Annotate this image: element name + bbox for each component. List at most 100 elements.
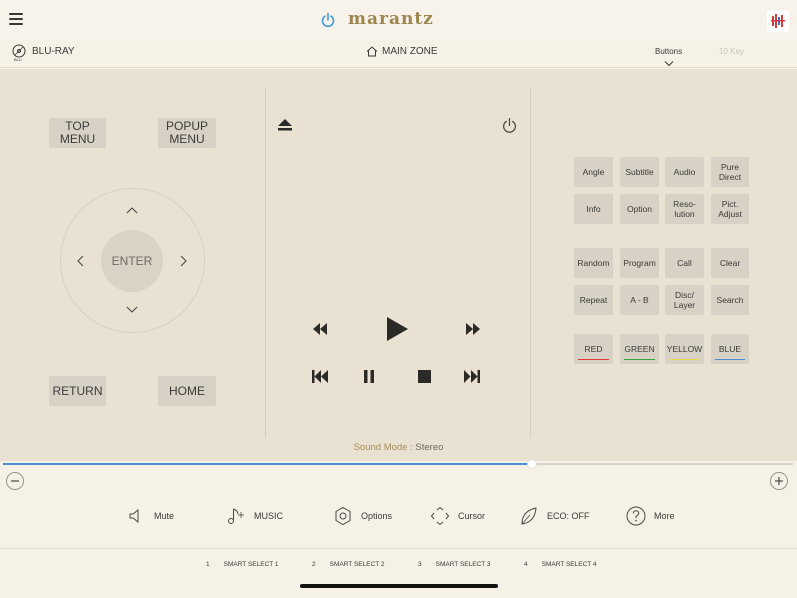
info-button[interactable]: Info xyxy=(574,194,613,224)
green-indicator xyxy=(624,358,655,360)
smart-select-4[interactable]: 4 SMART SELECT 4 xyxy=(524,561,597,568)
more-button[interactable]: More xyxy=(626,504,675,528)
blue-button-label: BLUE xyxy=(718,344,742,354)
chevron-down-icon xyxy=(664,61,674,67)
arrow-up-icon[interactable] xyxy=(125,203,139,217)
tab-buttons[interactable]: Buttons xyxy=(655,47,682,56)
volume-up-button[interactable] xyxy=(770,472,788,490)
disc-icon-sub: BLU xyxy=(14,57,22,62)
menu-icon[interactable] xyxy=(9,13,23,25)
brand-logo: marantz xyxy=(348,9,434,29)
repeat-button[interactable]: Repeat xyxy=(574,285,613,315)
top-bar: marantz xyxy=(0,0,797,40)
smart-select-1[interactable]: 1 SMART SELECT 1 xyxy=(206,561,279,568)
cursor-button[interactable]: Cursor xyxy=(430,504,485,528)
disc-layer-button[interactable]: Disc/ Layer xyxy=(665,285,704,315)
gear-icon xyxy=(335,506,351,526)
pause-icon[interactable] xyxy=(362,369,376,384)
search-button[interactable]: Search xyxy=(711,285,749,315)
disc-icon[interactable] xyxy=(12,44,26,58)
more-label: More xyxy=(654,511,675,521)
yellow-button[interactable]: YELLOW xyxy=(665,334,704,364)
pure-direct-button[interactable]: Pure Direct xyxy=(711,157,749,187)
audio-button[interactable]: Audio xyxy=(665,157,704,187)
rewind-icon[interactable] xyxy=(312,322,328,336)
skip-forward-icon[interactable] xyxy=(463,369,481,384)
volume-down-button[interactable] xyxy=(6,472,24,490)
mute-label: Mute xyxy=(154,511,175,521)
skip-back-icon[interactable] xyxy=(311,369,329,384)
angle-button[interactable]: Angle xyxy=(574,157,613,187)
smart-select-label: SMART SELECT 4 xyxy=(541,561,597,568)
eco-button[interactable]: ECO: OFF xyxy=(519,504,590,528)
enter-button[interactable]: ENTER xyxy=(101,230,163,292)
fast-forward-icon[interactable] xyxy=(465,322,481,336)
sound-mode-value: Stereo xyxy=(415,442,444,453)
source-bar: BLU BLU-RAY MAIN ZONE Buttons 10 Key xyxy=(0,40,797,68)
popup-menu-button[interactable]: POPUP MENU xyxy=(158,118,216,148)
options-label: Options xyxy=(361,511,393,521)
power-icon[interactable] xyxy=(320,12,336,28)
sound-mode: Sound Mode : Stereo xyxy=(0,442,797,453)
plus-icon xyxy=(775,477,783,485)
program-button[interactable]: Program xyxy=(620,248,659,278)
red-button[interactable]: RED xyxy=(574,334,613,364)
leaf-icon xyxy=(521,507,537,525)
volume-thumb[interactable] xyxy=(527,459,537,469)
smart-select-3[interactable]: 3 SMART SELECT 3 xyxy=(418,561,491,568)
eco-label: ECO: OFF xyxy=(547,511,590,521)
smart-select-label: SMART SELECT 1 xyxy=(223,561,279,568)
blue-button[interactable]: BLUE xyxy=(711,334,749,364)
top-menu-button[interactable]: TOP MENU xyxy=(49,118,106,148)
play-icon[interactable] xyxy=(385,316,409,342)
smart-select-number: 2 xyxy=(312,561,316,568)
tab-10-key[interactable]: 10 Key xyxy=(719,47,744,56)
home-button[interactable]: HOME xyxy=(158,376,216,406)
mute-button[interactable]: Mute xyxy=(126,504,174,528)
home-icon xyxy=(366,46,378,57)
zone-label[interactable]: MAIN ZONE xyxy=(382,46,438,57)
music-label: MUSIC xyxy=(254,511,283,521)
options-button[interactable]: Options xyxy=(333,504,392,528)
pict-adjust-button[interactable]: Pict. Adjust xyxy=(711,194,749,224)
subtitle-button[interactable]: Subtitle xyxy=(620,157,659,187)
smart-select-number: 3 xyxy=(418,561,422,568)
yellow-indicator xyxy=(669,358,700,360)
home-indicator[interactable] xyxy=(300,584,498,588)
resolution-button[interactable]: Reso- lution xyxy=(665,194,704,224)
smart-select-2[interactable]: 2 SMART SELECT 2 xyxy=(312,561,385,568)
arrow-right-icon[interactable] xyxy=(176,254,190,268)
cursor-label: Cursor xyxy=(458,511,486,521)
green-button[interactable]: GREEN xyxy=(620,334,659,364)
stop-icon[interactable] xyxy=(417,369,432,384)
random-button[interactable]: Random xyxy=(574,248,613,278)
call-button[interactable]: Call xyxy=(665,248,704,278)
clear-button[interactable]: Clear xyxy=(711,248,749,278)
smart-select-label: SMART SELECT 2 xyxy=(329,561,385,568)
device-cube-icon[interactable] xyxy=(767,10,789,32)
cursor-arrows-icon xyxy=(430,506,450,526)
smart-select-bar: 1 SMART SELECT 1 2 SMART SELECT 2 3 SMART S… xyxy=(0,548,797,578)
blue-indicator xyxy=(715,358,745,360)
sound-mode-label: Sound Mode : xyxy=(353,442,416,453)
divider xyxy=(530,88,531,438)
volume-slider[interactable] xyxy=(3,459,793,469)
smart-select-number: 4 xyxy=(524,561,528,568)
volume-fill xyxy=(3,463,532,465)
a-b-button[interactable]: A - B xyxy=(620,285,659,315)
divider xyxy=(265,88,266,438)
return-button[interactable]: RETURN xyxy=(49,376,106,406)
red-button-label: RED xyxy=(584,344,603,354)
help-icon xyxy=(626,506,646,526)
music-button[interactable]: MUSIC xyxy=(226,504,283,528)
arrow-left-icon[interactable] xyxy=(74,254,88,268)
red-indicator xyxy=(578,358,609,360)
smart-select-label: SMART SELECT 3 xyxy=(435,561,491,568)
eject-icon[interactable] xyxy=(277,118,293,132)
power-icon[interactable] xyxy=(501,117,518,134)
speaker-icon xyxy=(129,508,139,524)
minus-icon xyxy=(11,480,19,482)
arrow-down-icon[interactable] xyxy=(125,303,139,317)
source-label[interactable]: BLU-RAY xyxy=(32,46,75,57)
option-button[interactable]: Option xyxy=(620,194,659,224)
